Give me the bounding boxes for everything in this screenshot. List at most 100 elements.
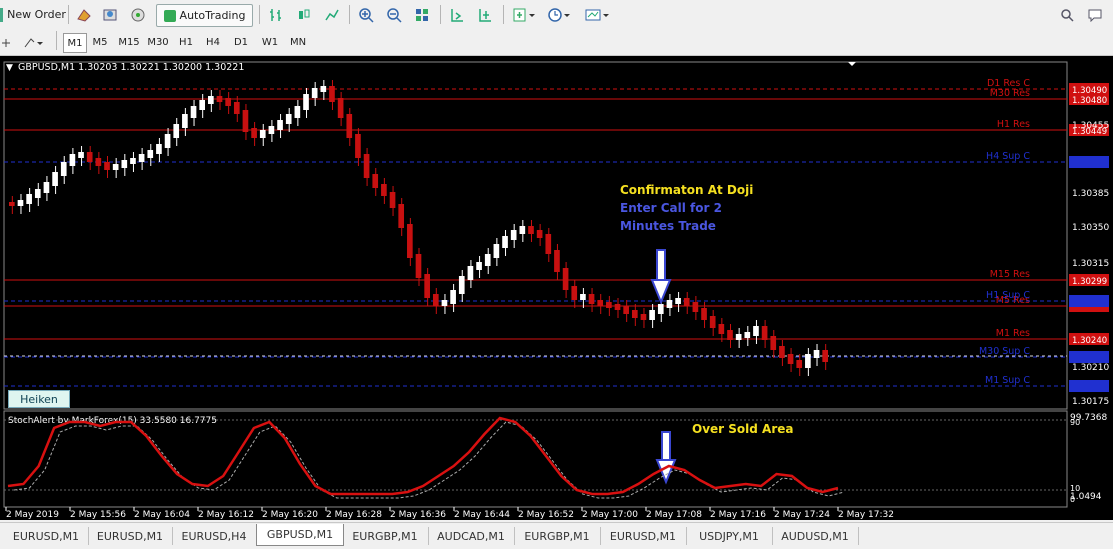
candle-body	[182, 114, 188, 128]
chart-tab[interactable]: AUDUSD,M1	[772, 527, 859, 545]
chart-tab[interactable]: EURGBP,M1	[514, 527, 601, 545]
level-price-tag	[1069, 156, 1109, 168]
chart-tab[interactable]: USDJPY,M1	[686, 527, 773, 545]
timeframe-d1[interactable]: D1	[230, 33, 252, 51]
draw-tools-dropdown-icon[interactable]	[20, 32, 48, 53]
candle-body	[718, 324, 725, 334]
time-axis-label: 2 May 16:04	[134, 510, 190, 520]
candle-body	[277, 120, 283, 130]
market-watch-icon[interactable]	[74, 4, 94, 25]
tile-windows-icon[interactable]	[412, 4, 432, 25]
line-chart-icon[interactable]	[322, 4, 342, 25]
timeframe-m15[interactable]: M15	[116, 33, 142, 51]
time-axis-label: 2 May 17:08	[646, 510, 702, 520]
candle-body	[147, 150, 154, 158]
heiken-button[interactable]: Heiken	[8, 390, 70, 408]
zoom-out-icon[interactable]	[384, 4, 404, 25]
chart-tab[interactable]: EURUSD,M1	[600, 527, 687, 545]
bar-chart-icon[interactable]	[266, 4, 286, 25]
templates-dropdown-icon[interactable]	[582, 4, 612, 25]
candle-body	[519, 226, 526, 234]
chart-tab[interactable]: EURUSD,M1	[88, 527, 173, 545]
level-label: M30 Res	[990, 88, 1030, 99]
timeframe-m5[interactable]: M5	[89, 33, 111, 51]
periods-dropdown-icon[interactable]	[545, 4, 573, 25]
candle-body	[484, 254, 491, 266]
autotrading-button[interactable]: AutoTrading	[156, 4, 253, 27]
level-price-label: 1.30480	[1072, 96, 1107, 106]
candle-body	[441, 300, 448, 306]
chart-shift-icon[interactable]	[475, 4, 495, 25]
candle-body	[701, 308, 707, 320]
timeframe-m1[interactable]: M1	[63, 33, 87, 53]
chart-window[interactable]: ▼ GBPUSD,M1 1.30203 1.30221 1.30200 1.30…	[0, 56, 1113, 520]
candle-body	[571, 286, 578, 300]
indicator-axis-90: 90	[1070, 418, 1080, 427]
candle-body	[597, 300, 604, 306]
search-icon[interactable]	[1058, 4, 1076, 25]
time-axis-label: 2 May 16:20	[262, 510, 318, 520]
timeframe-m30[interactable]: M30	[145, 33, 171, 51]
chart-tab[interactable]: AUDCAD,M1	[428, 527, 515, 545]
time-axis-label: 2 May 2019	[6, 510, 59, 520]
timeframe-h1[interactable]: H1	[175, 33, 197, 51]
price-axis-label: 1.30455	[1072, 121, 1109, 131]
new-order-label: New Order	[7, 8, 66, 21]
candle-body	[216, 96, 223, 102]
chat-icon[interactable]	[1086, 4, 1104, 25]
chart-tab[interactable]: GBPUSD,M1	[256, 524, 344, 546]
candle-body	[727, 330, 733, 340]
candle-body	[355, 134, 361, 158]
indicators-dropdown-icon[interactable]	[510, 4, 538, 25]
candle-body	[631, 310, 638, 318]
candle-body	[805, 354, 811, 368]
candle-body	[753, 326, 759, 336]
symbol-header-arrow: ▼	[6, 63, 13, 73]
annotation-minutes-trade: Minutes Trade	[620, 219, 716, 233]
annotation-confirmation: Confirmaton At Doji	[620, 183, 753, 197]
level-label: H4 Sup C	[986, 151, 1030, 162]
candle-body	[692, 302, 699, 312]
level-label: M1 Sup C	[985, 375, 1030, 386]
candle-body	[735, 334, 742, 340]
price-chart[interactable]: ▼ GBPUSD,M1 1.30203 1.30221 1.30200 1.30…	[0, 56, 1113, 520]
candlestick-icon[interactable]	[294, 4, 314, 25]
time-axis-label: 2 May 16:28	[326, 510, 382, 520]
candle-body	[657, 304, 664, 314]
chart-tab[interactable]: EURGBP,M1	[342, 527, 429, 545]
candle-body	[770, 336, 777, 350]
autotrading-icon	[163, 9, 176, 22]
zoom-in-icon[interactable]	[356, 4, 376, 25]
candle-body	[787, 354, 794, 364]
chart-tab[interactable]: EURUSD,M1	[4, 527, 89, 545]
candle-body	[623, 306, 629, 314]
candle-body	[407, 224, 413, 258]
signals-icon[interactable]	[128, 4, 148, 25]
candle-body	[52, 172, 58, 186]
time-axis-label: 2 May 17:16	[710, 510, 766, 520]
crosshair-icon[interactable]	[0, 32, 12, 53]
candle-body	[60, 162, 67, 176]
candle-body	[268, 126, 275, 134]
candle-body	[225, 98, 231, 106]
annotation-oversold: Over Sold Area	[692, 422, 793, 436]
candle-body	[363, 154, 370, 178]
navigator-icon[interactable]	[100, 4, 120, 25]
candle-body	[510, 230, 517, 240]
timeframe-w1[interactable]: W1	[258, 33, 282, 51]
candle-body	[761, 326, 768, 340]
timeframe-mn[interactable]: MN	[286, 33, 310, 51]
autoscroll-icon[interactable]	[447, 4, 467, 25]
candle-body	[813, 350, 820, 358]
candle-body	[415, 254, 422, 278]
candle-body	[329, 86, 335, 102]
candle-body	[683, 298, 690, 306]
candle-body	[709, 316, 716, 328]
candle-body	[104, 162, 110, 170]
new-order-button[interactable]: New Order	[0, 4, 66, 25]
chart-tab[interactable]: EURUSD,H4	[172, 527, 257, 545]
timeframe-h4[interactable]: H4	[202, 33, 224, 51]
time-axis-label: 2 May 16:12	[198, 510, 254, 520]
time-axis-label: 2 May 17:32	[838, 510, 894, 520]
level-price-tag	[1069, 295, 1109, 307]
